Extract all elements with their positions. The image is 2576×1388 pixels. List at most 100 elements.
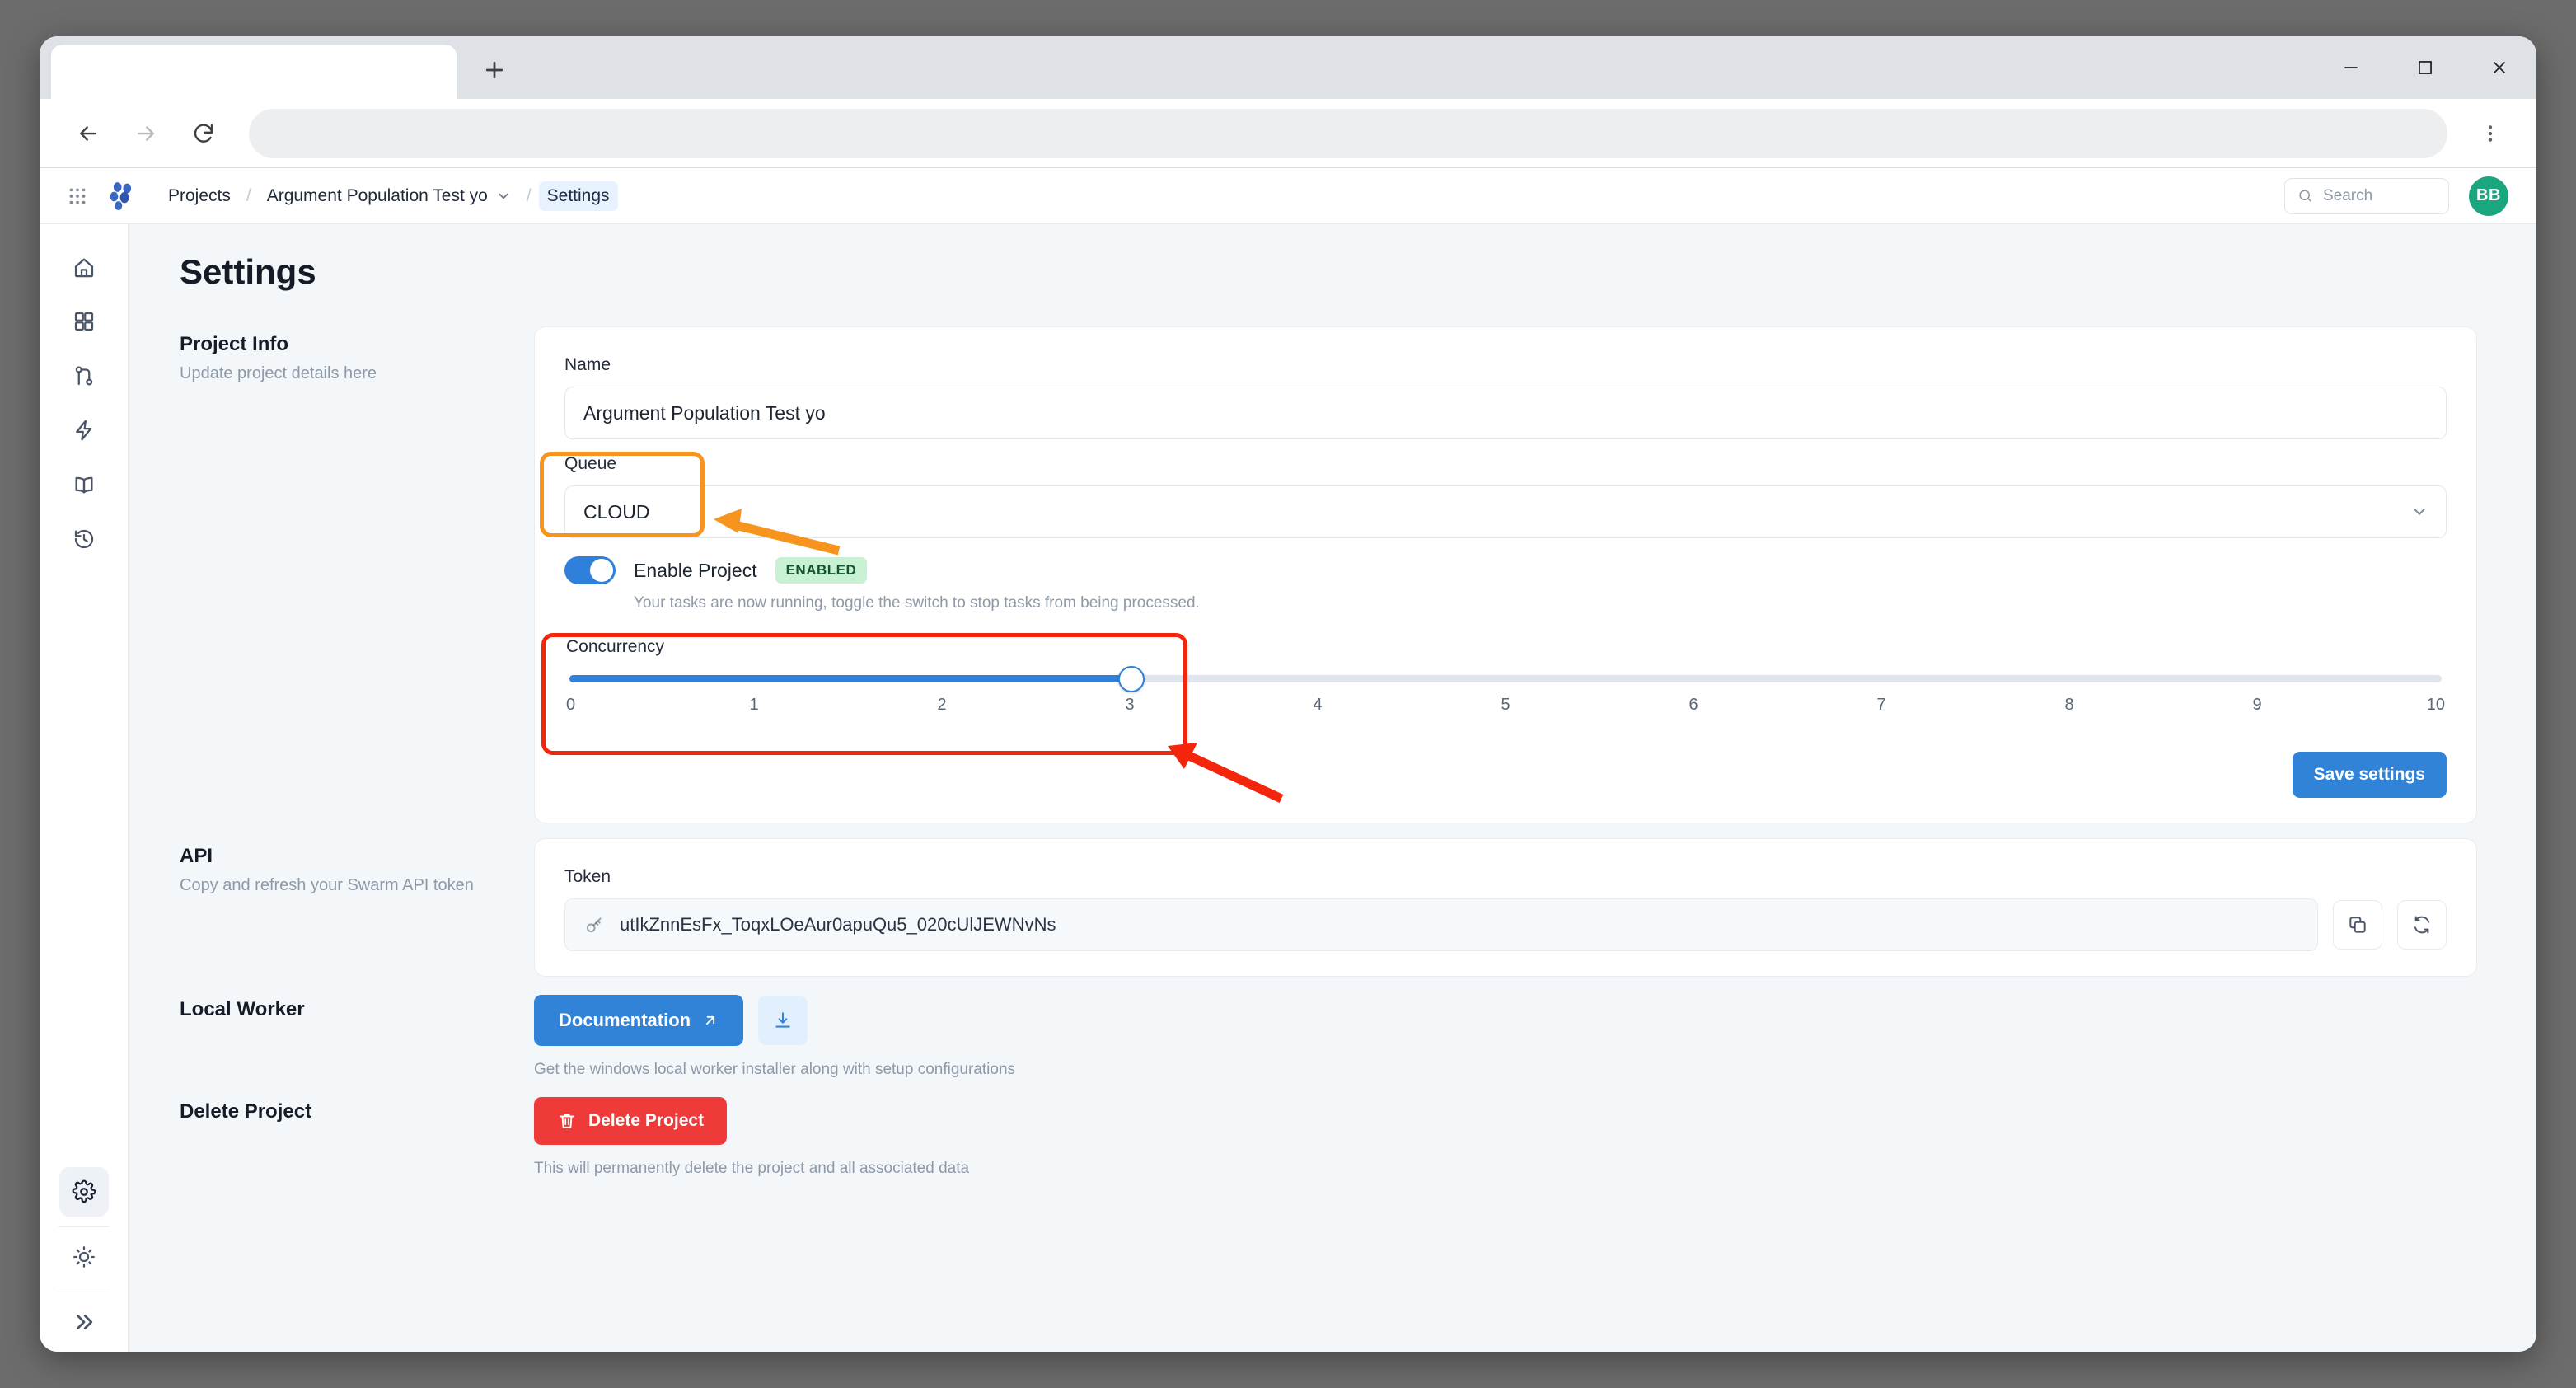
- forward-button[interactable]: [120, 108, 171, 159]
- project-info-card: Name Argument Population Test yo Queue C…: [534, 326, 2477, 823]
- sidebar-item-dashboard[interactable]: [59, 297, 109, 346]
- local-worker-help: Get the windows local worker installer a…: [534, 1061, 1016, 1078]
- sidebar-expand-button[interactable]: [59, 1297, 109, 1347]
- delete-project-help: This will permanently delete the project…: [534, 1160, 970, 1177]
- search-box[interactable]: [2284, 177, 2449, 214]
- slider-tick: 7: [1876, 696, 1886, 714]
- slider-tick: 6: [1688, 696, 1698, 714]
- section-subtext: Update project details here: [180, 364, 377, 382]
- sidebar-item-docs[interactable]: [59, 460, 109, 509]
- concurrency-slider[interactable]: [569, 665, 2442, 692]
- save-settings-button[interactable]: Save settings: [2292, 752, 2447, 798]
- queue-select[interactable]: CLOUD: [564, 485, 2447, 538]
- enable-project-help: Your tasks are now running, toggle the s…: [634, 594, 1200, 612]
- status-badge: ENABLED: [775, 557, 868, 584]
- avatar[interactable]: BB: [2469, 176, 2508, 216]
- sidebar-item-history[interactable]: [59, 514, 109, 564]
- section-label-api: API Copy and refresh your Swarm API toke…: [180, 838, 534, 977]
- api-token-field[interactable]: utIkZnnEsFx_ToqxLOeAur0apuQu5_020cUlJEWN…: [564, 898, 2318, 951]
- breadcrumb: Projects / Argument Population Test yo /…: [160, 181, 618, 211]
- refresh-icon: [2414, 916, 2430, 934]
- browser-menu-button[interactable]: [2467, 110, 2513, 157]
- breadcrumb-separator: /: [526, 185, 532, 205]
- more-vertical-icon: [2488, 124, 2493, 142]
- home-icon: [74, 258, 93, 278]
- enable-project-row: Enable Project ENABLED: [564, 556, 2447, 584]
- toggle-knob: [590, 559, 613, 582]
- browser-toolbar: [40, 99, 2536, 168]
- download-installer-button[interactable]: [758, 996, 808, 1045]
- token-label: Token: [564, 867, 611, 886]
- header-actions: BB: [2284, 176, 2508, 216]
- breadcrumb-item-project[interactable]: Argument Population Test yo: [259, 181, 519, 211]
- reload-button[interactable]: [178, 108, 229, 159]
- key-icon: [586, 917, 602, 933]
- search-icon: [2299, 190, 2311, 202]
- concurrency-block: Concurrency 0 1 2 3 4 5 6 7 8 9 10: [564, 637, 2447, 724]
- reload-icon: [194, 123, 213, 143]
- gear-icon: [72, 1179, 96, 1203]
- sidebar-item-theme-toggle[interactable]: [59, 1232, 109, 1282]
- close-window-button[interactable]: [2462, 36, 2536, 99]
- git-branch-icon: [75, 366, 92, 386]
- copy-token-button[interactable]: [2333, 900, 2382, 950]
- chevron-down-icon: [499, 193, 508, 199]
- queue-value: CLOUD: [583, 500, 650, 523]
- section-api: API Copy and refresh your Swarm API toke…: [180, 838, 2477, 977]
- documentation-button[interactable]: Documentation: [534, 995, 744, 1046]
- section-delete-project: Delete Project Delete Project This will …: [180, 1094, 2477, 1178]
- slider-tick-labels: 0 1 2 3 4 5 6 7 8 9 10: [566, 696, 2445, 724]
- app-body: Settings Project Info Update project det…: [40, 224, 2536, 1352]
- back-button[interactable]: [63, 108, 114, 159]
- enable-project-label: Enable Project: [634, 559, 757, 581]
- grid-squares-icon: [74, 312, 93, 331]
- slider-thumb[interactable]: [1117, 665, 1145, 692]
- section-subtext: Copy and refresh your Swarm API token: [180, 876, 474, 894]
- minimize-button[interactable]: [2314, 36, 2388, 99]
- slider-tick: 2: [937, 696, 947, 714]
- history-icon: [74, 529, 93, 549]
- section-label-delete-project: Delete Project: [180, 1094, 534, 1178]
- browser-window: Projects / Argument Population Test yo /…: [40, 36, 2536, 1352]
- delete-project-button[interactable]: Delete Project: [534, 1097, 728, 1145]
- sidebar-item-activity[interactable]: [59, 406, 109, 455]
- project-name-value: Argument Population Test yo: [583, 401, 826, 424]
- section-heading: API: [180, 845, 213, 867]
- token-row: utIkZnnEsFx_ToqxLOeAur0apuQu5_020cUlJEWN…: [564, 898, 2447, 951]
- search-input[interactable]: [2323, 186, 2436, 205]
- new-tab-button[interactable]: [468, 44, 521, 96]
- slider-tick: 3: [1125, 696, 1135, 714]
- api-token-value: utIkZnnEsFx_ToqxLOeAur0apuQu5_020cUlJEWN…: [620, 914, 1056, 935]
- breadcrumb-item-projects[interactable]: Projects: [160, 181, 239, 211]
- trash-icon: [560, 1114, 574, 1128]
- sidebar-item-workflows[interactable]: [59, 351, 109, 401]
- app-switcher-button[interactable]: [58, 176, 97, 216]
- sidebar-item-home[interactable]: [59, 242, 109, 292]
- name-field-group: Name Argument Population Test yo: [564, 355, 2447, 439]
- close-icon: [2493, 61, 2506, 74]
- maximize-button[interactable]: [2388, 36, 2462, 99]
- breadcrumb-item-settings[interactable]: Settings: [538, 181, 618, 211]
- external-link-icon: [706, 1015, 715, 1025]
- documentation-label: Documentation: [559, 1010, 691, 1030]
- address-bar[interactable]: [249, 108, 2447, 158]
- sidebar-item-settings[interactable]: [59, 1167, 109, 1217]
- plus-icon: [485, 61, 503, 79]
- breadcrumb-label: Settings: [546, 185, 610, 205]
- refresh-token-button[interactable]: [2397, 900, 2447, 950]
- app-header: Projects / Argument Population Test yo /…: [40, 168, 2536, 224]
- browser-tab[interactable]: [51, 45, 457, 99]
- zap-icon: [75, 420, 91, 441]
- enable-project-toggle[interactable]: [564, 556, 616, 584]
- section-project-info: Project Info Update project details here…: [180, 326, 2477, 823]
- name-label: Name: [564, 355, 611, 374]
- slider-tick: 5: [1501, 696, 1510, 714]
- section-heading: Local Worker: [180, 998, 305, 1020]
- project-name-input[interactable]: Argument Population Test yo: [564, 387, 2447, 439]
- queue-field-group: Queue CLOUD: [564, 454, 2447, 538]
- maximize-icon: [2419, 61, 2432, 74]
- sun-icon: [73, 1246, 95, 1268]
- concurrency-label: Concurrency: [566, 637, 665, 656]
- card-actions: Save settings: [564, 752, 2447, 798]
- slider-tick: 8: [2064, 696, 2074, 714]
